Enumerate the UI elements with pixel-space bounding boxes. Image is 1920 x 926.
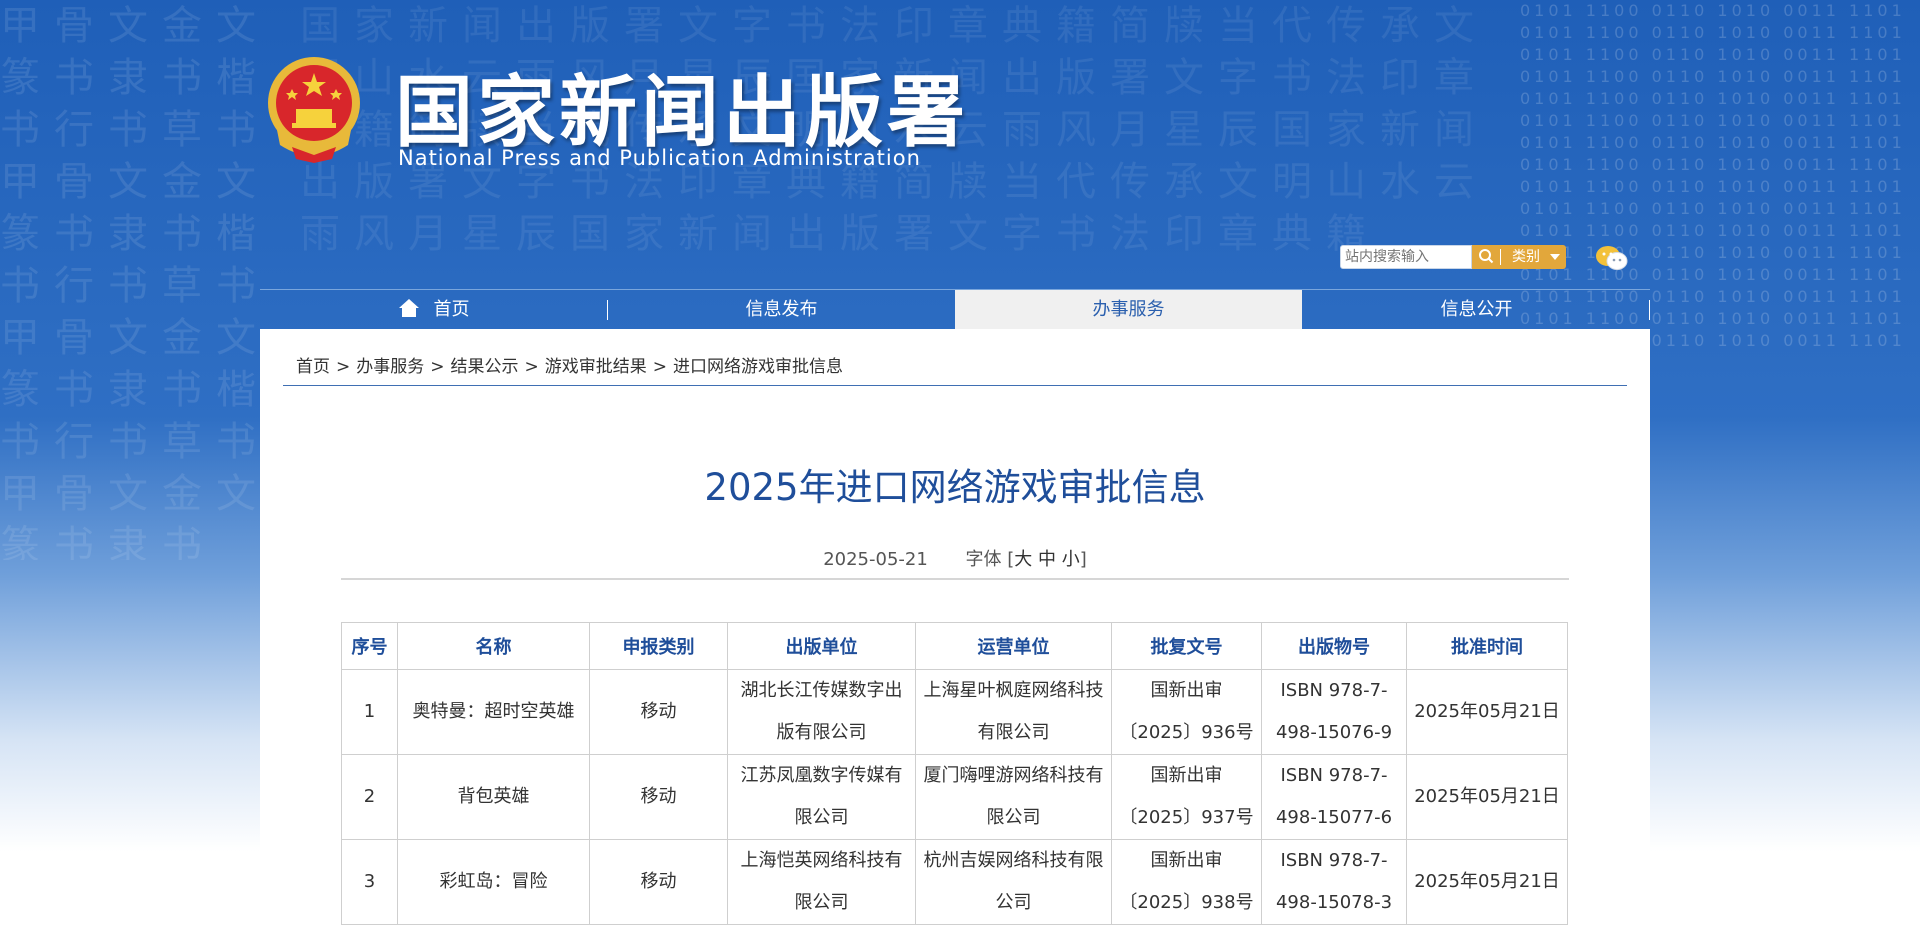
cell-category: 移动 — [589, 754, 728, 840]
table-row: 2 背包英雄 移动 江苏凤凰数字传媒有限公司 厦门嗨哩游网络科技有限公司 国新出… — [341, 754, 1568, 840]
nav-home[interactable]: 首页 — [260, 290, 607, 330]
cell-index: 1 — [341, 669, 398, 755]
chevron-down-icon — [1550, 254, 1560, 260]
column-header: 批准时间 — [1406, 622, 1568, 670]
search-input[interactable] — [1341, 246, 1471, 268]
search-category-label[interactable]: 类别 — [1512, 245, 1540, 269]
nav-info-disclosure[interactable]: 信息公开 — [1303, 290, 1650, 330]
search-button[interactable]: 类别 — [1472, 245, 1566, 269]
nav-info-disclosure-label: 信息公开 — [1440, 299, 1513, 320]
article-title: 2025年进口网络游戏审批信息 — [704, 466, 1206, 509]
breadcrumb-separator: > — [524, 357, 539, 377]
cell-publisher: 上海恺英网络科技有限公司 — [727, 839, 916, 925]
breadcrumb-game-approval[interactable]: 游戏审批结果 — [545, 357, 647, 377]
cell-name: 奥特曼：超时空英雄 — [397, 669, 590, 755]
cell-operator: 厦门嗨哩游网络科技有限公司 — [915, 754, 1112, 840]
column-header: 出版单位 — [727, 622, 916, 670]
cell-isbn: ISBN 978-7-498-15076-9 — [1261, 669, 1407, 755]
main-nav: 首页 信息发布 办事服务 信息公开 — [260, 289, 1650, 330]
cell-approval-no: 国新出审〔2025〕937号 — [1111, 754, 1262, 840]
font-size-bracket: ] — [1079, 549, 1087, 570]
cell-operator: 上海星叶枫庭网络科技有限公司 — [915, 669, 1112, 755]
nav-divider — [1649, 300, 1650, 320]
search-divider — [1500, 249, 1501, 265]
cell-publisher: 湖北长江传媒数字出版有限公司 — [727, 669, 916, 755]
column-header: 出版物号 — [1261, 622, 1407, 670]
font-size-large[interactable]: 大 — [1014, 549, 1032, 570]
column-header: 名称 — [397, 622, 590, 670]
nav-info-release-label: 信息发布 — [745, 299, 818, 320]
cell-approval-date: 2025年05月21日 — [1406, 669, 1568, 755]
nav-home-label: 首页 — [433, 299, 470, 320]
breadcrumb-separator: > — [430, 357, 445, 377]
table-header-row: 序号 名称 申报类别 出版单位 运营单位 批复文号 出版物号 批准时间 — [341, 622, 1568, 670]
cell-operator: 杭州吉娱网络科技有限公司 — [915, 839, 1112, 925]
cell-approval-date: 2025年05月21日 — [1406, 754, 1568, 840]
cell-publisher: 江苏凤凰数字传媒有限公司 — [727, 754, 916, 840]
cell-approval-no: 国新出审〔2025〕938号 — [1111, 839, 1262, 925]
font-size-label: 字体 — [965, 549, 1002, 570]
wechat-icon[interactable] — [1594, 244, 1630, 272]
column-header: 申报类别 — [589, 622, 728, 670]
table-row: 1 奥特曼：超时空英雄 移动 湖北长江传媒数字出版有限公司 上海星叶枫庭网络科技… — [341, 669, 1568, 755]
nav-services-label: 办事服务 — [1092, 299, 1165, 320]
home-icon — [398, 299, 419, 317]
cell-approval-no: 国新出审〔2025〕936号 — [1111, 669, 1262, 755]
breadcrumb: 首页 > 办事服务 > 结果公示 > 游戏审批结果 > 进口网络游戏审批信息 — [296, 352, 843, 377]
cell-name: 背包英雄 — [397, 754, 590, 840]
cell-category: 移动 — [589, 839, 728, 925]
meta-divider — [341, 578, 1569, 580]
cell-approval-date: 2025年05月21日 — [1406, 839, 1568, 925]
breadcrumb-divider — [283, 385, 1627, 386]
national-emblem-icon — [268, 57, 360, 163]
nav-services[interactable]: 办事服务 — [955, 290, 1302, 330]
cell-category: 移动 — [589, 669, 728, 755]
article-meta: 2025-05-21 字体 [大 中 小] — [260, 545, 1650, 571]
breadcrumb-results[interactable]: 结果公示 — [451, 357, 519, 377]
column-header: 批复文号 — [1111, 622, 1262, 670]
site-subtitle: National Press and Publication Administr… — [398, 146, 921, 170]
game-approval-table: 序号 名称 申报类别 出版单位 运营单位 批复文号 出版物号 批准时间 1 奥特… — [341, 622, 1568, 925]
font-size-small[interactable]: 小 — [1062, 549, 1080, 570]
cell-name: 彩虹岛：冒险 — [397, 839, 590, 925]
breadcrumb-current[interactable]: 进口网络游戏审批信息 — [673, 357, 843, 377]
table-row: 3 彩虹岛：冒险 移动 上海恺英网络科技有限公司 杭州吉娱网络科技有限公司 国新… — [341, 839, 1568, 925]
cell-index: 2 — [341, 754, 398, 840]
cell-index: 3 — [341, 839, 398, 925]
breadcrumb-home[interactable]: 首页 — [296, 357, 330, 377]
search-icon — [1479, 249, 1494, 264]
breadcrumb-separator: > — [652, 357, 667, 377]
breadcrumb-separator: > — [336, 357, 351, 377]
search-box — [1340, 245, 1472, 269]
cell-isbn: ISBN 978-7-498-15077-6 — [1261, 754, 1407, 840]
breadcrumb-services[interactable]: 办事服务 — [356, 357, 424, 377]
article-date: 2025-05-21 — [823, 549, 928, 570]
calligraphy-pattern-left: 甲骨文金文篆书隶书楷书行书草书甲骨文金文篆书隶书楷书行书草书甲骨文金文篆书隶书楷… — [0, 3, 270, 560]
nav-info-release[interactable]: 信息发布 — [608, 290, 955, 330]
column-header: 序号 — [341, 622, 398, 670]
content-panel: 首页 > 办事服务 > 结果公示 > 游戏审批结果 > 进口网络游戏审批信息 2025年进口网络… — [260, 329, 1650, 926]
font-size-medium[interactable]: 中 — [1038, 549, 1056, 570]
cell-isbn: ISBN 978-7-498-15078-3 — [1261, 839, 1407, 925]
column-header: 运营单位 — [915, 622, 1112, 670]
